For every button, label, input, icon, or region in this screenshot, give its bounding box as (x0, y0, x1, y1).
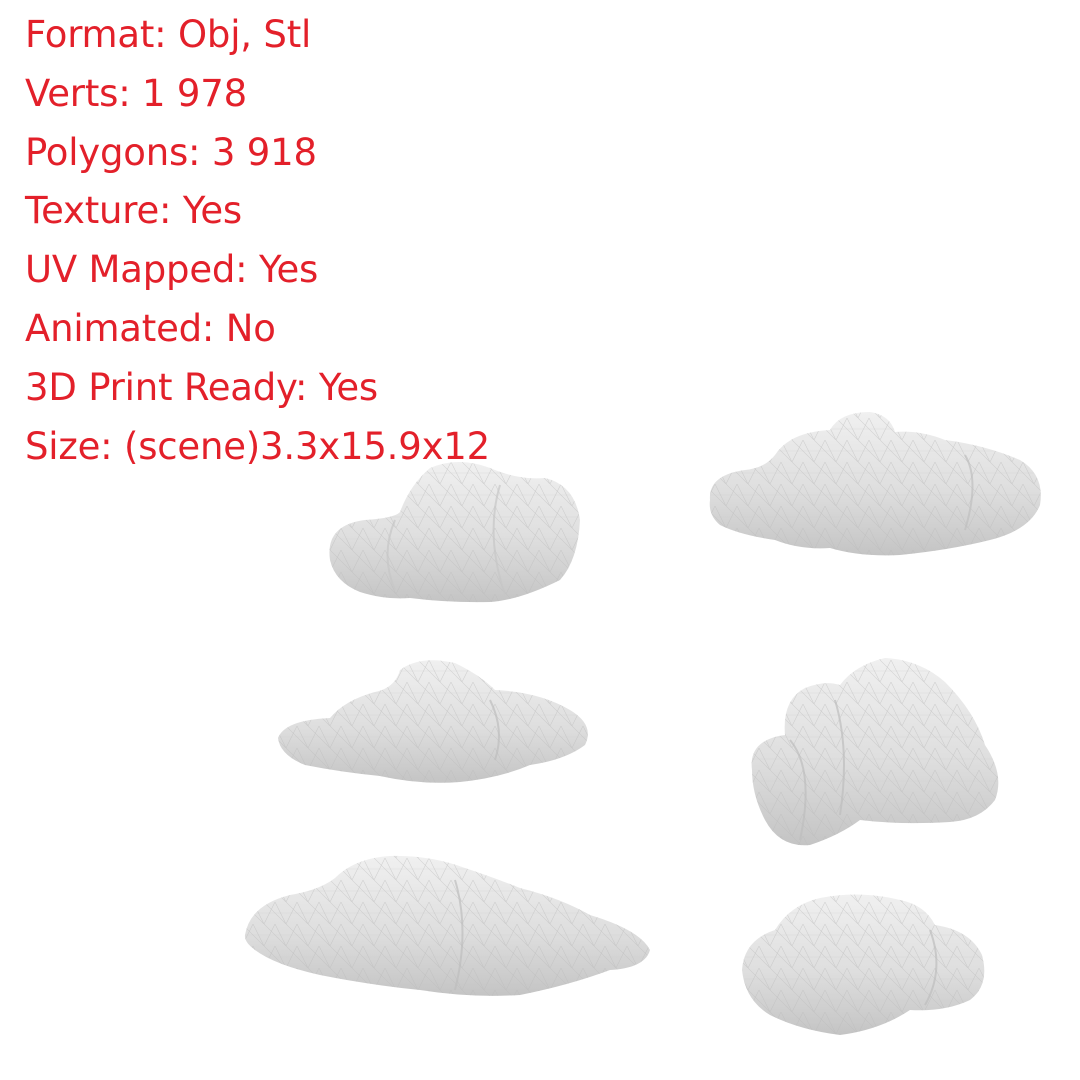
spec-size: Size: (scene)3.3x15.9x12 (25, 424, 490, 468)
model-spec-list: Format: Obj, Stl Verts: 1 978 Polygons: … (25, 6, 490, 476)
cloud-model-6 (742, 894, 985, 1035)
cloud-model-4 (751, 658, 999, 846)
spec-polygons: Polygons: 3 918 (25, 130, 317, 174)
spec-verts: Verts: 1 978 (25, 71, 247, 115)
cloud-model-1 (329, 461, 580, 603)
spec-animated: Animated: No (25, 306, 276, 350)
spec-uv-mapped: UV Mapped: Yes (25, 248, 319, 292)
cloud-model-2 (709, 412, 1041, 556)
cloud-model-5 (244, 855, 650, 996)
spec-texture: Texture: Yes (25, 189, 242, 233)
spec-format: Format: Obj, Stl (25, 13, 312, 56)
spec-print-ready: 3D Print Ready: Yes (25, 365, 378, 409)
cloud-model-3 (278, 660, 588, 783)
